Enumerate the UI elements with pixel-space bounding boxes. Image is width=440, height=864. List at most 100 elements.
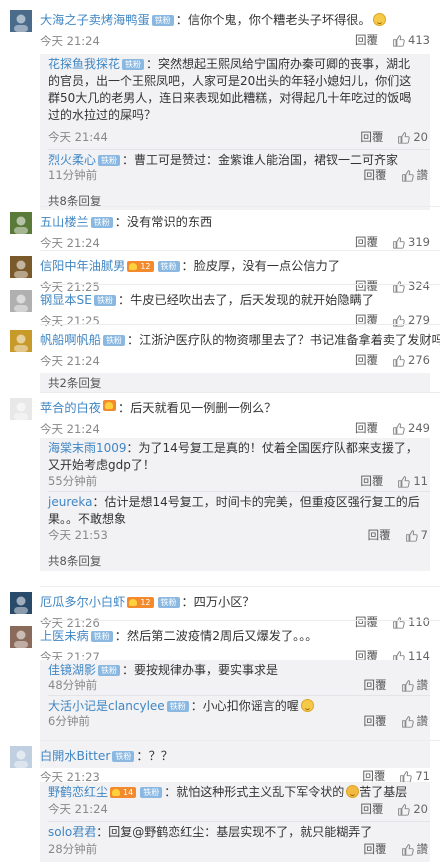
reply-button[interactable]: 回覆 bbox=[355, 234, 378, 250]
username-link[interactable]: jeureka bbox=[48, 495, 92, 509]
reply-button[interactable]: 回覆 bbox=[355, 352, 378, 368]
like-button[interactable]: 20 bbox=[397, 802, 428, 816]
more-replies-link[interactable]: 共8条回复 bbox=[48, 554, 101, 568]
avatar[interactable] bbox=[10, 330, 32, 352]
fan-badge: 铁粉 bbox=[151, 15, 174, 26]
comment-actions: 回覆 11 bbox=[360, 473, 428, 489]
like-button[interactable]: 413 bbox=[392, 33, 430, 47]
username-link[interactable]: 烈火柔心 bbox=[48, 153, 96, 167]
like-button[interactable]: 7 bbox=[405, 528, 428, 542]
like-button[interactable]: 276 bbox=[392, 353, 430, 367]
username-link[interactable]: 五山楼兰 bbox=[40, 215, 89, 229]
thumbs-up-icon bbox=[400, 770, 413, 783]
like-button[interactable]: 11 bbox=[397, 474, 428, 488]
username-link[interactable]: 大海之子卖烤海鸭蛋 bbox=[40, 13, 150, 27]
username-link[interactable]: 佳镜湖影 bbox=[48, 663, 96, 677]
sub-reply-text: ：要按规律办事，要实事求是 bbox=[122, 663, 279, 677]
thumbs-up-icon bbox=[401, 679, 414, 692]
sub-reply-text: ：曹工可是赞过：金紫谁人能治国，裙钗一二可齐家 bbox=[122, 153, 399, 167]
sub-reply-time: 今天 21:53 bbox=[48, 528, 108, 542]
username-link[interactable]: 厄瓜多尔小白虾 bbox=[40, 595, 125, 609]
sub-reply-box: 野鹤恋红尘 14 铁粉 ：就怕这种形式主义乱下军令状的 苦了基层 今天 21:24 回覆 20… bbox=[40, 782, 430, 862]
avatar[interactable] bbox=[10, 398, 32, 420]
fan-badge: 铁粉 bbox=[122, 59, 145, 70]
sub-reply-time: 今天 21:44 bbox=[48, 130, 108, 144]
vip-level-badge: 12 bbox=[127, 261, 154, 272]
like-count: 319 bbox=[408, 235, 430, 249]
thumbs-up-icon bbox=[401, 169, 414, 182]
username-link[interactable]: 苹合的白夜 bbox=[40, 401, 101, 415]
thumbs-up-icon bbox=[401, 715, 414, 728]
username-link[interactable]: 野鹤恋红尘 bbox=[48, 785, 108, 799]
comment-divider bbox=[40, 620, 440, 621]
like-button[interactable]: 讚 bbox=[401, 841, 428, 857]
like-count: 71 bbox=[415, 769, 430, 783]
reply-button[interactable]: 回覆 bbox=[364, 841, 387, 857]
comment-time: 今天 21:24 bbox=[40, 354, 100, 368]
username-link[interactable]: 帆船啊帆船 bbox=[40, 333, 101, 347]
username-link[interactable]: 大活小记是clancylee bbox=[48, 699, 165, 713]
reply-button[interactable]: 回覆 bbox=[355, 32, 378, 48]
avatar[interactable] bbox=[10, 592, 32, 614]
fan-badge: 铁粉 bbox=[140, 787, 163, 798]
username-link[interactable]: 花探鱼我探花 bbox=[48, 57, 120, 71]
username-link[interactable]: 信阳中年油腻男 bbox=[40, 259, 125, 273]
like-button[interactable]: 20 bbox=[397, 130, 428, 144]
reply-button[interactable]: 回覆 bbox=[360, 129, 383, 145]
reply-button[interactable]: 回覆 bbox=[364, 713, 387, 729]
avatar[interactable] bbox=[10, 256, 32, 278]
avatar[interactable] bbox=[10, 10, 32, 32]
like-count: 20 bbox=[413, 802, 428, 816]
comment-line: 苹合的白夜 ：后天就看见一例删一例么？ bbox=[40, 399, 432, 417]
like-button[interactable]: 讚 bbox=[401, 713, 428, 729]
username-link[interactable]: 上医未病 bbox=[40, 629, 89, 643]
username-link[interactable]: 白開水Bitter bbox=[40, 749, 110, 763]
comment-actions: 回覆 讚 bbox=[364, 167, 429, 183]
fan-badge: 铁粉 bbox=[90, 631, 113, 642]
comment-text: ：没有常识的东西 bbox=[114, 215, 213, 229]
like-count: 20 bbox=[413, 130, 428, 144]
like-button[interactable]: 249 bbox=[392, 421, 430, 435]
sub-reply-time: 28分钟前 bbox=[48, 842, 98, 856]
reply-button[interactable]: 回覆 bbox=[355, 420, 378, 436]
like-count: 讚 bbox=[416, 168, 429, 182]
like-count: 249 bbox=[408, 421, 430, 435]
comment-time: 今天 21:24 bbox=[40, 422, 100, 436]
avatar[interactable] bbox=[10, 626, 32, 648]
sub-reply: 海棠末雨1009：为了14号复工是真的！仗着全国医疗队都来支援了，又开始考虑gd… bbox=[40, 438, 430, 492]
avatar[interactable] bbox=[10, 290, 32, 312]
thumbs-up-icon bbox=[393, 354, 405, 367]
sub-reply-time: 今天 21:24 bbox=[48, 802, 108, 816]
fan-badge: 铁粉 bbox=[98, 665, 121, 676]
divider bbox=[48, 491, 430, 492]
comment-actions: 回覆 讚 bbox=[364, 713, 429, 729]
avatar-image bbox=[10, 290, 32, 312]
reply-button[interactable]: 回覆 bbox=[364, 677, 387, 693]
fan-badge: 铁粉 bbox=[98, 155, 121, 166]
like-count: 11 bbox=[413, 474, 428, 488]
sub-reply-line: 花探鱼我探花 铁粉 ：突然想起王熙凤给宁国府办秦可卿的丧事，湖北的官员，出一个王熙凤… bbox=[48, 56, 422, 124]
comment-text: ：江浙沪医疗队的物资哪里去了？书记准备拿着卖了发财吗？ bbox=[126, 333, 440, 347]
like-button[interactable]: 71 bbox=[399, 769, 430, 783]
sub-reply-text: ：就怕这种形式主义乱下军令状的 bbox=[164, 785, 345, 799]
smile-emoji bbox=[372, 13, 386, 26]
more-replies-link[interactable]: 共2条回复 bbox=[48, 376, 101, 390]
username-link[interactable]: 海棠末雨1009 bbox=[48, 441, 127, 455]
thumbs-up-icon bbox=[393, 236, 405, 249]
reply-button[interactable]: 回覆 bbox=[364, 167, 387, 183]
like-button[interactable]: 319 bbox=[392, 235, 430, 249]
username-link[interactable]: 钢显本SE bbox=[40, 293, 92, 307]
like-button[interactable]: 讚 bbox=[401, 167, 429, 183]
reply-button[interactable]: 回覆 bbox=[360, 473, 383, 489]
smile-emoji bbox=[300, 699, 314, 712]
sub-reply-line: 海棠末雨1009：为了14号复工是真的！仗着全国医疗队都来支援了，又开始考虑gd… bbox=[48, 440, 422, 474]
comment-line: 厄瓜多尔小白虾 12 铁粉 ：四万小区？ bbox=[40, 593, 432, 611]
like-button[interactable]: 讚 bbox=[401, 677, 428, 693]
avatar[interactable] bbox=[10, 212, 32, 234]
username-link[interactable]: solo君君 bbox=[48, 825, 96, 839]
avatar[interactable] bbox=[10, 746, 32, 768]
reply-button[interactable]: 回覆 bbox=[368, 527, 391, 543]
reply-button[interactable]: 回覆 bbox=[355, 312, 378, 328]
comment-feed: 大海之子卖烤海鸭蛋 铁粉 ：信你个鬼，你个糟老头子坏得很。 今天 21:24 回覆 413… bbox=[0, 0, 440, 864]
reply-button[interactable]: 回覆 bbox=[360, 801, 383, 817]
